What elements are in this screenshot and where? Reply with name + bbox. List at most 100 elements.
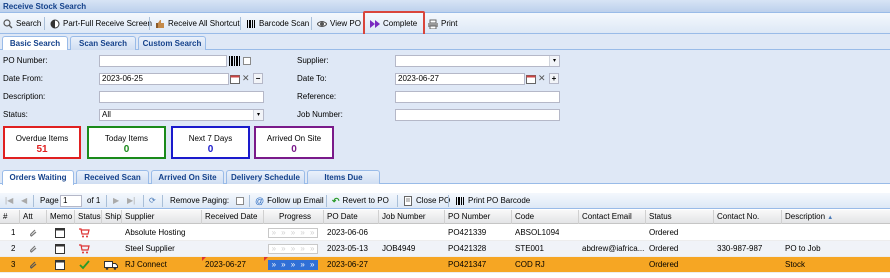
column-header-contact-email[interactable]: Contact Email [579, 210, 646, 224]
description-input[interactable] [99, 91, 264, 103]
tab-orders-waiting[interactable]: Orders Waiting [2, 170, 74, 185]
tab-scan-search[interactable]: Scan Search [70, 36, 136, 50]
column-header-po-date[interactable]: PO Date [324, 210, 379, 224]
follow-up-email-button[interactable]: @ Follow up Email [255, 193, 324, 209]
print-po-barcode-button[interactable]: Print PO Barcode [455, 193, 530, 209]
calendar-icon[interactable] [230, 74, 240, 84]
barcode-scan-button[interactable]: Barcode Scan [246, 16, 309, 31]
calendar-icon[interactable] [526, 74, 536, 84]
column-header-memo[interactable]: Memo [47, 210, 75, 224]
supplier-select[interactable]: ▾ [395, 55, 560, 67]
search-button[interactable]: Search [3, 16, 41, 31]
table-row-selected[interactable]: 3 RJ Connect 2023-06-27 »»»»» 2023-06-27… [0, 257, 890, 273]
tab-arrived-on-site[interactable]: Arrived On Site [151, 170, 224, 184]
column-header-status-icon[interactable]: Status [75, 210, 102, 224]
toolbar-separator [397, 195, 398, 207]
table-row[interactable]: 1 Absolute Hosting »»»»» 2023-06-06 PO42… [0, 225, 890, 241]
print-button[interactable]: Print [428, 16, 457, 31]
contact-email-cell [579, 225, 582, 241]
date-to-plus-button[interactable]: + [549, 73, 559, 84]
close-po-button[interactable]: Close PO [403, 193, 450, 209]
prev-page-icon[interactable]: ◀ [21, 193, 27, 209]
status-select[interactable]: All ▾ [99, 109, 264, 121]
paging-toolbar: |◀ ◀ Page 1 of 1 ▶ ▶| ⟳ Remove Paging: @… [0, 193, 890, 209]
column-header-status[interactable]: Status [646, 210, 714, 224]
received-date-cell [202, 225, 205, 241]
chevron-down-icon[interactable]: ▾ [549, 56, 559, 66]
tab-items-due[interactable]: Items Due [307, 170, 380, 184]
memo-icon[interactable] [55, 260, 65, 270]
column-header-ship[interactable]: Ship [102, 210, 122, 224]
memo-icon[interactable] [55, 244, 65, 254]
po-number-input[interactable] [99, 55, 227, 67]
memo-icon[interactable] [55, 228, 65, 238]
overdue-items-box[interactable]: Overdue Items 51 [3, 126, 81, 159]
next-page-icon[interactable]: ▶ [113, 193, 119, 209]
column-header-description-label: Description [785, 212, 826, 221]
paperclip-icon[interactable] [28, 260, 38, 270]
revert-to-po-button[interactable]: ↶ Revert to PO [332, 193, 389, 209]
tab-basic-search[interactable]: Basic Search [2, 36, 68, 51]
po-number-cell: PO421339 [448, 228, 487, 237]
column-header-received-date[interactable]: Received Date [202, 210, 264, 224]
arrived-on-site-box[interactable]: Arrived On Site 0 [254, 126, 334, 159]
remove-paging-checkbox[interactable] [236, 197, 244, 205]
first-page-icon[interactable]: |◀ [5, 193, 13, 209]
paperclip-icon[interactable] [28, 244, 38, 254]
receive-all-shortcut-button[interactable]: Receive All Shortcut [155, 16, 240, 31]
toolbar-separator [149, 17, 150, 30]
toolbar-separator [162, 195, 163, 207]
arrived-on-site-count: 0 [291, 144, 297, 155]
toolbar-separator [44, 17, 45, 30]
column-header-contact-no[interactable]: Contact No. [714, 210, 782, 224]
job-number-input[interactable] [395, 109, 560, 121]
refresh-icon[interactable]: ⟳ [149, 193, 156, 209]
column-header-progress[interactable]: Progress [264, 210, 324, 224]
clear-date-icon[interactable]: ✕ [538, 73, 546, 84]
page-number-input[interactable]: 1 [60, 195, 82, 207]
next-7-days-box[interactable]: Next 7 Days 0 [171, 126, 250, 159]
search-label: Search [16, 19, 42, 28]
column-header-job-number[interactable]: Job Number [379, 210, 445, 224]
column-header-supplier[interactable]: Supplier [122, 210, 202, 224]
date-to-label: Date To: [297, 74, 327, 83]
table-row[interactable]: 2 Steel Supplier »»»»» 2023-05-13 JOB494… [0, 241, 890, 257]
next-7-days-count: 0 [207, 144, 214, 155]
column-header-description[interactable]: Description ▲ [782, 210, 890, 224]
po-number-checkbox[interactable] [243, 57, 251, 65]
contact-no-cell: 330-987-987 [717, 244, 763, 253]
reference-input[interactable] [395, 91, 560, 103]
date-from-label: Date From: [3, 74, 44, 83]
toolbar-separator [249, 195, 250, 207]
reference-label: Reference: [297, 92, 337, 101]
job-number-cell: JOB4949 [382, 244, 416, 253]
job-number-label: Job Number: [297, 110, 343, 119]
date-from-minus-button[interactable]: − [253, 73, 263, 84]
magnifier-icon [3, 18, 13, 28]
column-header-po-number[interactable]: PO Number [445, 210, 512, 224]
tab-received-scan[interactable]: Received Scan [76, 170, 149, 184]
tab-delivery-schedule[interactable]: Delivery Schedule [226, 170, 305, 184]
toolbar-separator [311, 17, 312, 30]
clear-date-icon[interactable]: ✕ [242, 73, 250, 84]
part-full-receive-button[interactable]: Part-Full Receive Screen [50, 16, 152, 31]
toolbar-separator [33, 195, 34, 207]
search-tabs: Basic Search Scan Search Custom Search [0, 34, 890, 51]
column-header-att[interactable]: Att [20, 210, 47, 224]
view-po-button[interactable]: View PO [317, 16, 361, 31]
today-items-box[interactable]: Today Items 0 [87, 126, 166, 159]
chevron-down-icon[interactable]: ▾ [253, 110, 263, 120]
date-from-input[interactable]: 2023-06-25 [99, 73, 229, 85]
tab-custom-search[interactable]: Custom Search [138, 36, 206, 50]
column-header-code[interactable]: Code [512, 210, 579, 224]
description-cell: Stock [785, 260, 806, 269]
column-header-number[interactable]: # [0, 210, 20, 224]
status-cell: Ordered [649, 244, 679, 253]
grid-tabs: Orders Waiting Received Scan Arrived On … [0, 168, 890, 185]
paperclip-icon[interactable] [28, 228, 38, 238]
date-to-input[interactable]: 2023-06-27 [395, 73, 525, 85]
barcode-icon[interactable] [229, 56, 241, 66]
last-page-icon[interactable]: ▶| [127, 193, 135, 209]
row-number: 2 [11, 244, 16, 253]
progress-bar: »»»»» [268, 260, 318, 270]
